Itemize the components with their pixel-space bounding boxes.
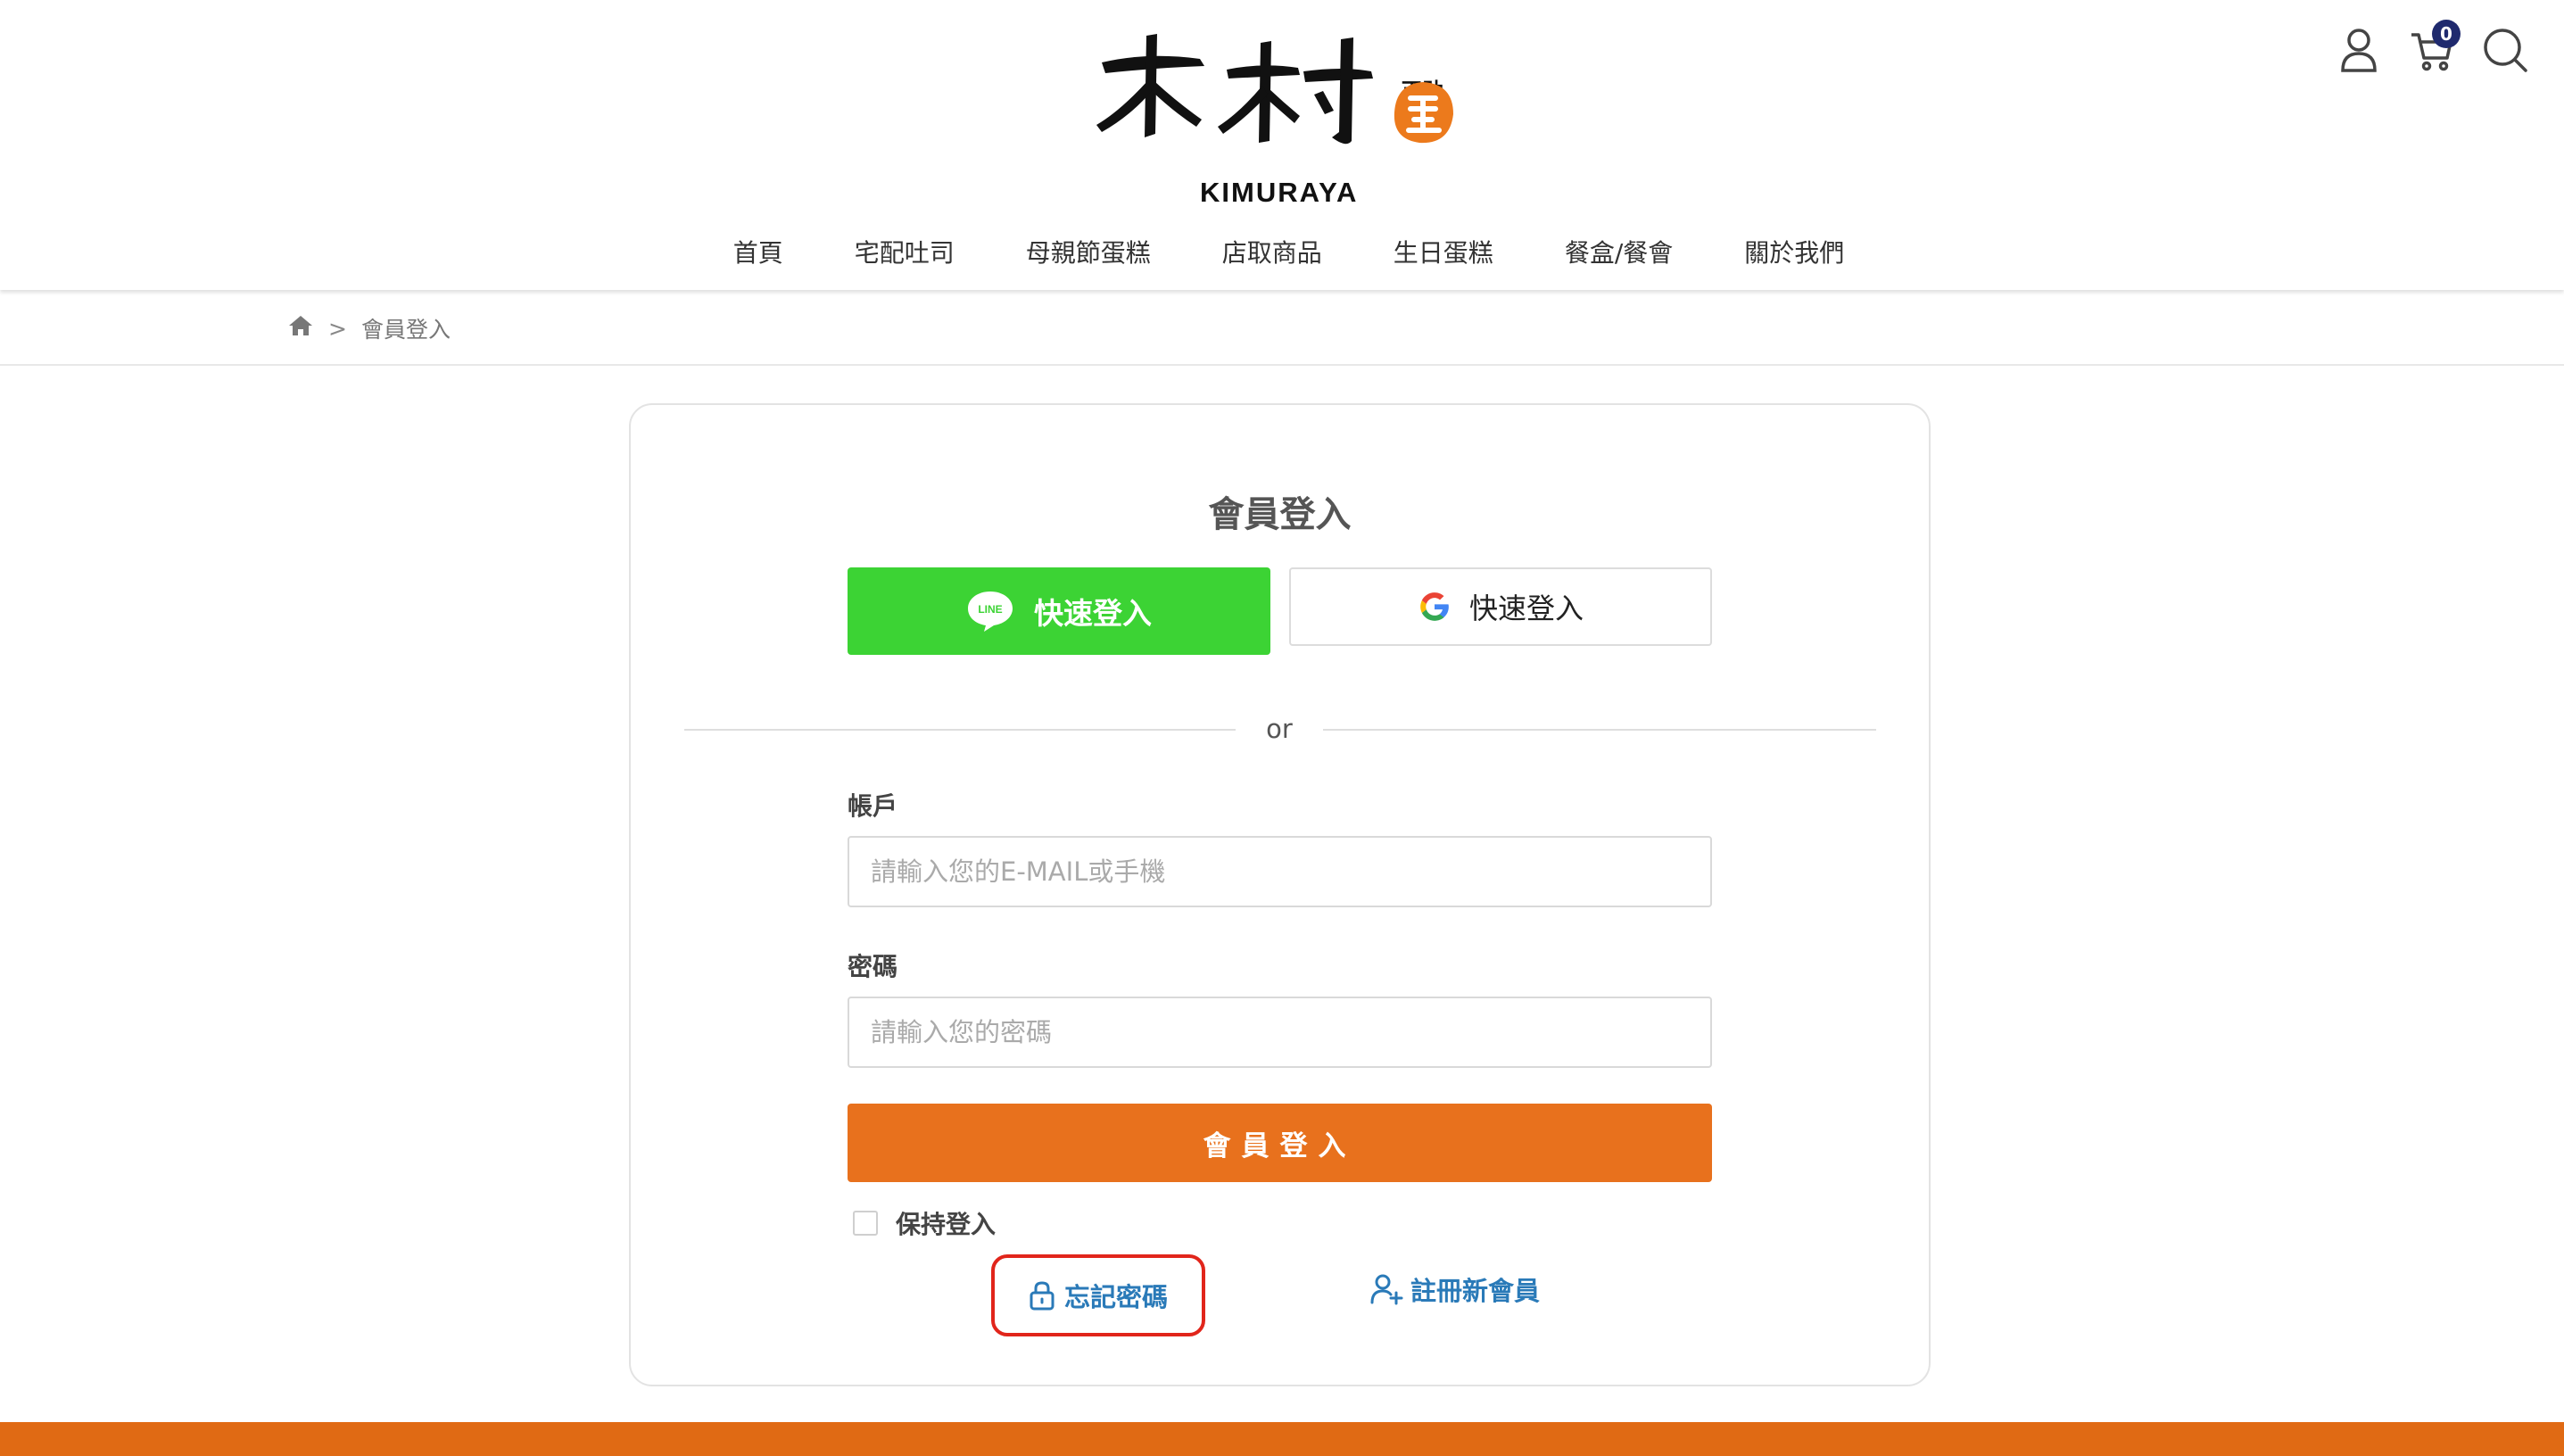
cart-count-badge: 0 <box>2432 20 2461 48</box>
main-nav: 首頁 宅配吐司 母親節蛋糕 店取商品 生日蛋糕 餐盒/餐會 關於我們 <box>0 234 2564 269</box>
google-login-label: 快速登入 <box>1468 592 1584 625</box>
breadcrumb-divider <box>0 364 2564 366</box>
password-label: 密碼 <box>848 952 898 981</box>
nav-item-meal-box[interactable]: 餐盒/餐會 <box>1565 234 1673 269</box>
add-user-icon <box>1370 1274 1403 1305</box>
breadcrumb-separator: > <box>328 315 347 342</box>
google-login-button[interactable]: 快速登入 <box>1289 567 1712 646</box>
nav-item-mothers-day-cake[interactable]: 母親節蛋糕 <box>1026 234 1151 269</box>
header-icon-group: 0 <box>2336 20 2528 75</box>
nav-item-store-pickup[interactable]: 店取商品 <box>1222 234 1322 269</box>
nav-item-about-us[interactable]: 關於我們 <box>1744 234 1844 269</box>
user-icon[interactable] <box>2336 25 2382 75</box>
divider-or-text: or <box>1266 714 1293 744</box>
logo-brush-mark <box>1096 34 1373 145</box>
divider-line-right <box>1323 729 1876 731</box>
account-label: 帳戶 <box>848 791 898 821</box>
register-link[interactable]: 註冊新會員 <box>1369 1270 1540 1308</box>
keep-login-checkbox[interactable] <box>853 1211 878 1236</box>
cart-icon[interactable]: 0 <box>2409 20 2461 75</box>
keep-login-option[interactable]: 保持登入 <box>853 1205 996 1241</box>
breadcrumb: > 會員登入 <box>287 312 451 344</box>
password-input[interactable] <box>848 997 1712 1068</box>
forgot-password-link[interactable]: 忘記密碼 <box>991 1254 1205 1336</box>
lock-icon <box>1030 1281 1055 1311</box>
svg-text:LINE: LINE <box>978 603 1002 616</box>
nav-item-home[interactable]: 首頁 <box>733 234 783 269</box>
search-icon[interactable] <box>2482 25 2528 75</box>
home-icon[interactable] <box>287 314 314 343</box>
login-submit-button[interactable]: 會員登入 <box>848 1104 1712 1182</box>
nav-item-delivery-toast[interactable]: 宅配吐司 <box>855 234 955 269</box>
keep-login-label: 保持登入 <box>896 1210 997 1239</box>
line-icon: LINE <box>968 592 1013 632</box>
site-logo[interactable]: 正助 KIMURAYA <box>1093 27 1468 208</box>
nav-item-birthday-cake[interactable]: 生日蛋糕 <box>1394 234 1493 269</box>
footer-bar <box>0 1422 2564 1456</box>
register-label: 註冊新會員 <box>1410 1276 1541 1306</box>
logo-wordmark: KIMURAYA <box>1200 177 1359 208</box>
breadcrumb-current: 會員登入 <box>360 317 451 343</box>
line-login-label: 快速登入 <box>1034 596 1152 631</box>
account-input[interactable] <box>848 836 1712 907</box>
login-card: 會員登入 LINE 快速登入 快速登入 or 帳戶 密碼 會員登入 保持登入 <box>629 403 1931 1386</box>
google-icon <box>1420 592 1449 621</box>
login-title: 會員登入 <box>1208 494 1352 535</box>
logo-seal-mark <box>1394 82 1453 144</box>
divider-line-left <box>684 729 1236 731</box>
forgot-password-label: 忘記密碼 <box>1063 1282 1168 1312</box>
site-header: 正助 KIMURAYA 0 <box>0 0 2564 290</box>
line-login-button[interactable]: LINE 快速登入 <box>848 567 1270 655</box>
